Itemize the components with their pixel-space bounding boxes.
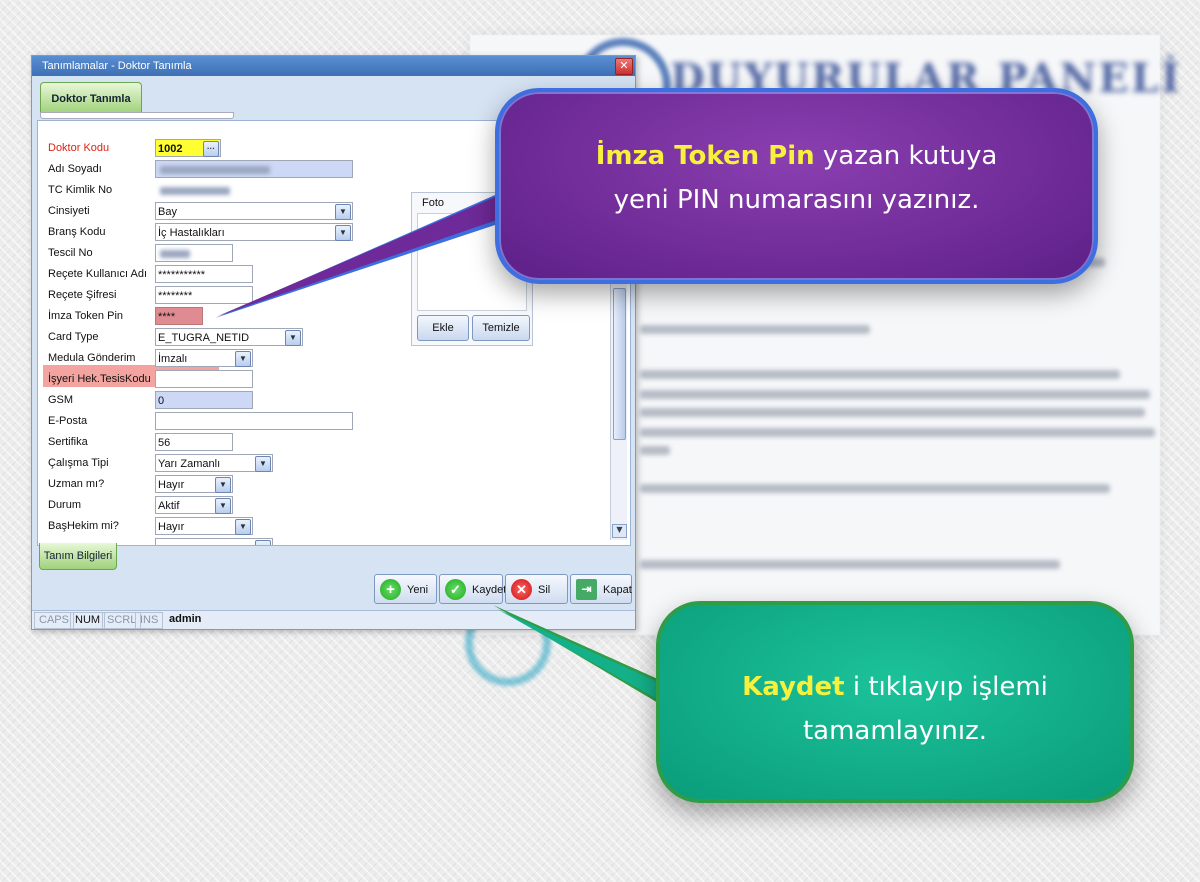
- callout-text: yeni PIN numarasını yazınız.: [613, 185, 980, 215]
- callout-text: i tıklayıp işlemi: [844, 672, 1048, 702]
- callout-text: tamamlayınız.: [802, 716, 988, 746]
- callout-line: İmza Token Pin yazan kutuya: [499, 134, 1094, 178]
- pin-instruction-callout: İmza Token Pin yazan kutuya yeni PIN num…: [495, 88, 1098, 284]
- callout-highlight: Kaydet: [742, 672, 845, 702]
- callout-line: Kaydet i tıklayıp işlemi: [660, 665, 1130, 709]
- save-instruction-callout: Kaydet i tıklayıp işlemi tamamlayınız.: [656, 601, 1134, 803]
- callout-text: yazan kutuya: [814, 141, 998, 171]
- pin-callout-pointer-inner: [218, 197, 520, 316]
- callout-highlight: İmza Token Pin: [595, 141, 815, 171]
- save-callout-pointer-inner: [497, 609, 668, 705]
